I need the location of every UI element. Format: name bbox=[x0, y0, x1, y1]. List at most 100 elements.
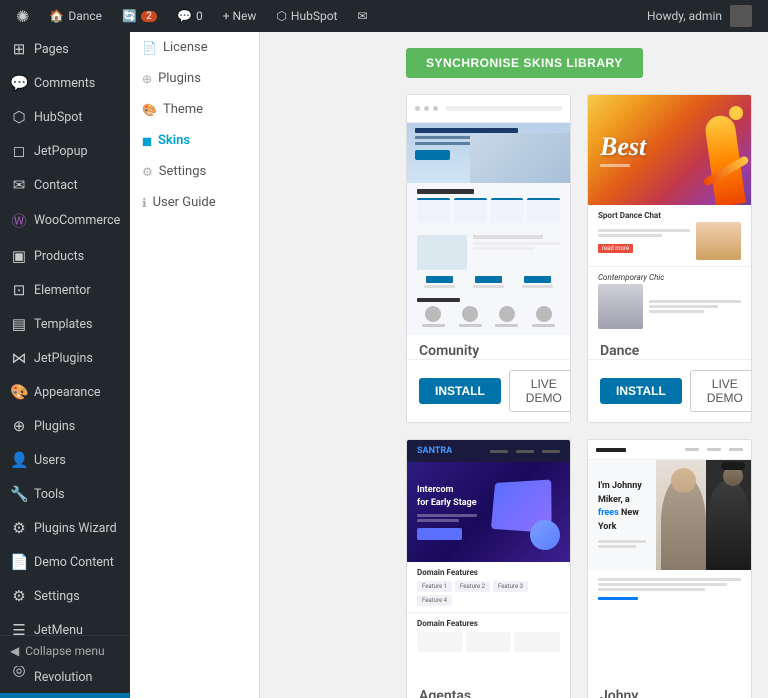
settings-sidebar-icon: ⚙ bbox=[10, 587, 28, 605]
content-line bbox=[598, 588, 705, 591]
sidebar-item-jetplugins[interactable]: ⋈ JetPlugins bbox=[0, 341, 130, 375]
dance-sport-section: Sport Dance Chat read more bbox=[588, 205, 751, 267]
comunity-install-button[interactable]: INSTALL bbox=[419, 378, 501, 404]
sidebar-item-pages[interactable]: ⊞ Pages bbox=[0, 32, 130, 66]
hubspot-item[interactable]: ⬡ HubSpot bbox=[268, 0, 345, 32]
skins-grid: Comunity INSTALL LIVE DEMO Best bbox=[406, 94, 752, 698]
read-more-btn: read more bbox=[598, 244, 633, 253]
sidebar-item-plugins-wizard[interactable]: ⚙ Plugins Wizard bbox=[0, 511, 130, 545]
sidebar-item-elementor[interactable]: ⊡ Elementor bbox=[0, 273, 130, 307]
dot1 bbox=[415, 106, 420, 111]
domain-items: Feature 1 Feature 2 Feature 3 Feature 4 bbox=[417, 581, 560, 606]
comunity-hero bbox=[407, 123, 570, 183]
skin-preview-comunity bbox=[407, 95, 570, 335]
nav-line bbox=[685, 448, 699, 451]
sidebar-item-label: Settings bbox=[34, 589, 80, 604]
content-line bbox=[598, 583, 727, 586]
sidebar-item-label: HubSpot bbox=[34, 110, 83, 125]
admin-bar: ✺ 🏠 Dance 🔄 2 💬 0 + New ⬡ HubSpot ✉ Howd… bbox=[0, 0, 768, 32]
domain-item: Feature 4 bbox=[417, 595, 452, 606]
wp-logo-item[interactable]: ✺ bbox=[8, 0, 37, 32]
sidebar-item-appearance[interactable]: 🎨 Appearance bbox=[0, 375, 130, 409]
sidebar-wrapper: ⊞ Pages 💬 Comments ⬡ HubSpot ◻ JetPopup … bbox=[0, 32, 260, 698]
dot2 bbox=[424, 106, 429, 111]
sidebar-item-contact[interactable]: ✉ Contact bbox=[0, 168, 130, 202]
sidebar-item-templates[interactable]: ▤ Templates bbox=[0, 307, 130, 341]
sidebar-item-label: JetPlugins bbox=[34, 351, 93, 366]
sidebar-item-woocommerce[interactable]: Ⓦ WooCommerce bbox=[0, 202, 130, 239]
sidebar-item-monstroid[interactable]: ⚙ Monstroid2 bbox=[0, 693, 130, 698]
name bbox=[495, 324, 518, 327]
dance-skin-actions: INSTALL LIVE DEMO bbox=[588, 359, 751, 422]
updates-item[interactable]: 🔄 2 bbox=[114, 0, 165, 32]
agentas-preview-inner: SANTRA Intercomfor Early Stag bbox=[407, 440, 570, 680]
plugin-nav-license[interactable]: 📄 License bbox=[130, 32, 259, 63]
sidebar-item-jetpopup[interactable]: ◻ JetPopup bbox=[0, 134, 130, 168]
stat bbox=[515, 276, 560, 288]
sidebar-item-products[interactable]: ▣ Products bbox=[0, 239, 130, 273]
plugin-nav-user-guide[interactable]: ℹ User Guide bbox=[130, 187, 259, 218]
mail-icon-item[interactable]: ✉ bbox=[349, 0, 375, 32]
comments-icon: 💬 bbox=[10, 74, 28, 92]
nav-line bbox=[729, 448, 743, 451]
howdy-item[interactable]: Howdy, admin bbox=[639, 0, 760, 32]
stat bbox=[417, 276, 462, 288]
pages-icon: ⊞ bbox=[10, 40, 28, 58]
plugins-subnav-icon: ⊕ bbox=[142, 72, 152, 86]
domain-card bbox=[417, 632, 463, 652]
sidebar-item-label: Plugins Wizard bbox=[34, 521, 117, 536]
sidebar-item-label: Contact bbox=[34, 178, 78, 193]
domain-items2 bbox=[417, 632, 560, 652]
agentas-skin-name: Agentas bbox=[407, 680, 570, 698]
dance-install-button[interactable]: INSTALL bbox=[600, 378, 682, 404]
plugin-nav-plugins[interactable]: ⊕ Plugins bbox=[130, 63, 259, 94]
skin-preview-dance: Best bbox=[588, 95, 751, 335]
dance-live-demo-button[interactable]: LIVE DEMO bbox=[690, 370, 752, 412]
sidebar-item-label: Appearance bbox=[34, 385, 101, 400]
templates-icon: ▤ bbox=[10, 315, 28, 333]
person bbox=[527, 306, 560, 327]
skins-label: Skins bbox=[158, 133, 190, 148]
domain-features-section1: Domain Features Feature 1 Feature 2 Feat… bbox=[407, 562, 570, 613]
dance-script-title: Best bbox=[600, 134, 659, 160]
hubspot-label: HubSpot bbox=[291, 9, 338, 23]
plugin-nav-theme[interactable]: 🎨 Theme bbox=[130, 94, 259, 125]
dance-skin-name: Dance bbox=[588, 335, 751, 359]
new-content-item[interactable]: + New bbox=[215, 0, 265, 32]
sidebar-item-settings[interactable]: ⚙ Settings bbox=[0, 579, 130, 613]
comunity-mock-header bbox=[407, 95, 570, 123]
user-guide-icon: ℹ bbox=[142, 196, 147, 210]
sync-skins-button[interactable]: SYNCHRONISE SKINS LIBRARY bbox=[406, 48, 643, 78]
sidebar-item-demo-content[interactable]: 📄 Demo Content bbox=[0, 545, 130, 579]
woo-icon: Ⓦ bbox=[10, 210, 28, 231]
sidebar-item-label: Demo Content bbox=[34, 555, 114, 570]
name bbox=[532, 324, 555, 327]
sidebar-item-comments[interactable]: 💬 Comments bbox=[0, 66, 130, 100]
agentas-hero: Intercomfor Early Stage bbox=[407, 462, 570, 562]
plugin-subnav: 📄 License ⊕ Plugins 🎨 Theme ◼ Skins ⚙ Se… bbox=[130, 32, 260, 698]
person1-bg bbox=[656, 460, 711, 570]
site-name-item[interactable]: 🏠 Dance bbox=[41, 0, 110, 32]
sidebar-item-hubspot[interactable]: ⬡ HubSpot bbox=[0, 100, 130, 134]
plugin-nav-settings[interactable]: ⚙ Settings bbox=[130, 156, 259, 187]
sidebar-item-label: Products bbox=[34, 249, 84, 264]
license-label: License bbox=[163, 40, 208, 55]
sidebar-item-users[interactable]: 👤 Users bbox=[0, 443, 130, 477]
johny-header bbox=[588, 440, 751, 460]
sidebar-item-plugins[interactable]: ⊕ Plugins bbox=[0, 409, 130, 443]
line bbox=[649, 310, 704, 313]
comunity-live-demo-button[interactable]: LIVE DEMO bbox=[509, 370, 571, 412]
theme-icon: 🎨 bbox=[142, 103, 157, 117]
wp-logo-icon: ✺ bbox=[16, 7, 29, 26]
jetpopup-icon: ◻ bbox=[10, 142, 28, 160]
agentas-headline: Intercomfor Early Stage bbox=[417, 484, 477, 509]
collapse-menu-button[interactable]: ◀ Collapse menu bbox=[0, 635, 130, 666]
sidebar-item-tools[interactable]: 🔧 Tools bbox=[0, 477, 130, 511]
person2-body bbox=[706, 480, 751, 570]
user-guide-label: User Guide bbox=[153, 195, 216, 210]
contemporary-image bbox=[598, 284, 643, 329]
plugin-nav-skins[interactable]: ◼ Skins bbox=[130, 125, 259, 156]
comunity-preview-inner bbox=[407, 95, 570, 335]
comments-item[interactable]: 💬 0 bbox=[169, 0, 211, 32]
johny-preview-inner: I'm Johnny Miker, afrees New York bbox=[588, 440, 751, 680]
